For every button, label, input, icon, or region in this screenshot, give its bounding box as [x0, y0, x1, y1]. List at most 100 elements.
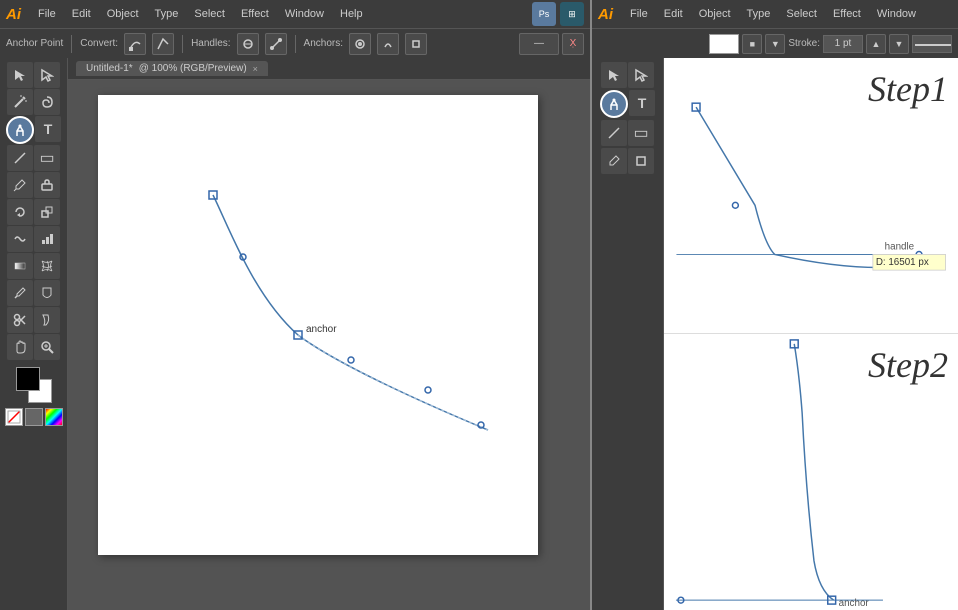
right-direct-selection-tool[interactable] [628, 62, 654, 88]
menu-object-right[interactable]: Object [692, 6, 738, 22]
tool-row-6 [7, 226, 60, 252]
toolbar-sep-1 [71, 35, 72, 53]
menu-file-left[interactable]: File [31, 6, 63, 22]
swatch-container[interactable] [16, 367, 52, 403]
fill-none-btn[interactable] [5, 408, 23, 426]
warp-tool[interactable] [7, 226, 33, 252]
right-pen-tool[interactable] [600, 90, 628, 118]
menu-file-right[interactable]: File [623, 6, 655, 22]
right-toolbox: T ▭ [592, 58, 664, 610]
right-tool-row-pen: T [600, 90, 655, 118]
document-tab[interactable]: Untitled-1* @ 100% (RGB/Preview) × [76, 61, 268, 76]
x-btn[interactable]: X̣ [562, 33, 584, 55]
stroke-options-btn[interactable]: ▼ [765, 34, 785, 54]
menu-object-left[interactable]: Object [100, 6, 146, 22]
step1-area: Step1 handle [664, 58, 958, 334]
eraser-tool[interactable] [34, 172, 60, 198]
right-tool-row-1 [601, 62, 654, 88]
fill-gradient-btn[interactable] [25, 408, 43, 426]
pen-tool-active[interactable] [6, 116, 34, 144]
convert-label: Convert: [80, 38, 118, 49]
white-canvas: anchor [98, 95, 538, 555]
tab-title: Untitled-1* [86, 63, 133, 74]
tab-bar: Untitled-1* @ 100% (RGB/Preview) × [68, 58, 590, 80]
stroke-fill-row [5, 408, 63, 426]
handles-btn-2[interactable] [265, 33, 287, 55]
svg-text:D: 16501 px: D: 16501 px [876, 257, 929, 268]
handles-btn-1[interactable] [237, 33, 259, 55]
mesh-tool[interactable] [34, 253, 60, 279]
stroke-color-swatch[interactable] [709, 34, 739, 54]
menu-window-left[interactable]: Window [278, 6, 331, 22]
right-pencil-tool[interactable] [601, 148, 627, 174]
hand-tool[interactable] [7, 334, 33, 360]
tool-row-4 [7, 172, 60, 198]
right-rect-tool[interactable]: ▭ [628, 120, 654, 146]
rect-tool[interactable]: ▭ [34, 145, 60, 171]
right-illustration-area: Step1 handle [664, 58, 958, 610]
anchors-btn-1[interactable] [349, 33, 371, 55]
pencil-tool[interactable] [7, 172, 33, 198]
lasso-tool[interactable] [34, 89, 60, 115]
scale-tool[interactable] [34, 199, 60, 225]
anchors-label: Anchors: [304, 38, 343, 49]
menu-type-left[interactable]: Type [148, 6, 186, 22]
convert-btn-1[interactable] [124, 33, 146, 55]
direct-selection-tool[interactable] [34, 62, 60, 88]
ps-icon[interactable]: Ps [532, 2, 556, 26]
stroke-fill-toggle[interactable]: ■ [742, 34, 762, 54]
svg-text:anchor: anchor [306, 324, 337, 335]
gradient-tool[interactable] [7, 253, 33, 279]
right-type-tool[interactable]: T [629, 90, 655, 116]
tab-subtitle: @ 100% (RGB/Preview) [139, 63, 247, 74]
anchors-btn-3[interactable] [405, 33, 427, 55]
handles-label: Handles: [191, 38, 230, 49]
knife-tool[interactable] [34, 307, 60, 333]
chart-tool[interactable] [34, 226, 60, 252]
tool-row-3: ▭ [7, 145, 60, 171]
line-tool[interactable] [7, 145, 33, 171]
step1-svg: handle D: 16501 px [664, 58, 958, 333]
right-selection-tool[interactable] [601, 62, 627, 88]
svg-text:anchor: anchor [839, 598, 870, 609]
menu-effect-left[interactable]: Effect [234, 6, 276, 22]
type-tool[interactable]: T [35, 116, 61, 142]
menu-edit-right[interactable]: Edit [657, 6, 690, 22]
menu-select-right[interactable]: Select [779, 6, 824, 22]
scissors-tool[interactable] [7, 307, 33, 333]
fill-swatch-black[interactable] [16, 367, 40, 391]
stroke-down-btn[interactable]: ▼ [889, 34, 909, 54]
window-divider [590, 0, 592, 610]
artwork-svg: anchor [98, 95, 538, 555]
anchors-btn-2[interactable] [377, 33, 399, 55]
menu-edit-left[interactable]: Edit [65, 6, 98, 22]
menu-select-left[interactable]: Select [187, 6, 232, 22]
menu-type-right[interactable]: Type [740, 6, 778, 22]
stroke-value-input[interactable] [823, 35, 863, 53]
anchor-point-label: Anchor Point [6, 38, 63, 49]
tool-row-5 [7, 199, 60, 225]
paint-bucket-tool[interactable] [34, 280, 60, 306]
menu-help-left[interactable]: Help [333, 6, 370, 22]
zoom-tool[interactable] [34, 334, 60, 360]
fill-spectrum-btn[interactable] [45, 408, 63, 426]
right-extra-tool[interactable] [628, 148, 654, 174]
menu-window-right[interactable]: Window [870, 6, 923, 22]
convert-btn-2[interactable] [152, 33, 174, 55]
grid-icon[interactable]: ⊞ [560, 2, 584, 26]
selection-tool[interactable] [7, 62, 33, 88]
magic-wand-tool[interactable] [7, 89, 33, 115]
menu-effect-right[interactable]: Effect [826, 6, 868, 22]
tab-close-btn[interactable]: × [253, 64, 258, 74]
tool-row-7 [7, 253, 60, 279]
stroke-dash-preview [912, 35, 952, 53]
eyedropper-tool[interactable] [7, 280, 33, 306]
right-toolbar: ■ ▼ Stroke: ▲ ▼ [592, 28, 958, 58]
left-app-logo: Ai [6, 6, 21, 23]
right-line-tool[interactable] [601, 120, 627, 146]
stroke-up-btn[interactable]: ▲ [866, 34, 886, 54]
rotate-tool[interactable] [7, 199, 33, 225]
left-toolbox: T ▭ [0, 58, 68, 610]
dash-btn[interactable]: — [519, 33, 559, 55]
right-tool-row-2: ▭ [601, 120, 654, 146]
